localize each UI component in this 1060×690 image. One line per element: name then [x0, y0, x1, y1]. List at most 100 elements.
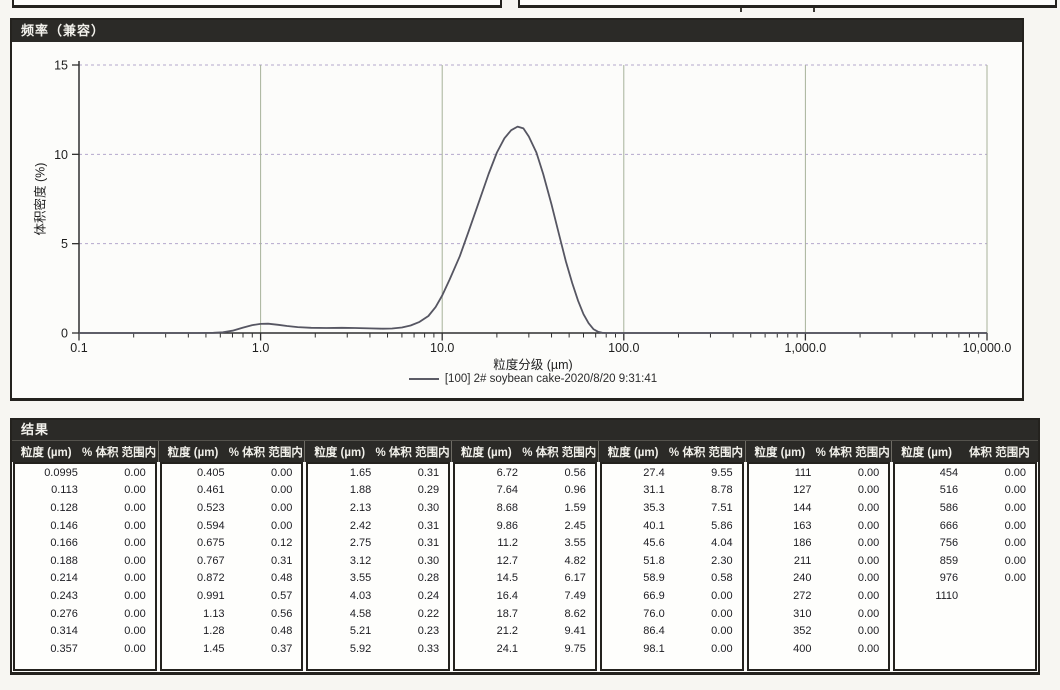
table-row: 9760.00 [895, 570, 1035, 588]
table-row: 1860.00 [749, 534, 889, 552]
cropped-axis-tick [740, 8, 742, 12]
pct-cell: 0.00 [825, 502, 888, 514]
table-row: 31.18.78 [602, 482, 742, 500]
size-cell: 0.594 [162, 520, 239, 532]
table-row: 11.23.55 [455, 534, 595, 552]
table-row: 0.1130.00 [15, 482, 155, 500]
results-column-header: 粒度 (µm)% 体积 范围内 [12, 441, 158, 462]
size-cell: 51.8 [602, 555, 679, 567]
table-row: 1630.00 [749, 517, 889, 535]
size-cell: 186 [749, 537, 826, 549]
size-cell: 98.1 [602, 643, 679, 655]
pct-header-label: 体积 范围内 [961, 444, 1038, 460]
table-row: 0.3140.00 [15, 622, 155, 640]
pct-cell: 0.00 [825, 537, 888, 549]
size-cell: 31.1 [602, 484, 679, 496]
pct-header-label: % 体积 范围内 [80, 444, 157, 460]
size-cell: 5.92 [308, 643, 385, 655]
size-cell: 1.65 [308, 467, 385, 479]
x-tick-label: 1.0 [252, 341, 269, 354]
table-row: 4000.00 [749, 640, 889, 658]
size-cell: 0.166 [15, 537, 92, 549]
size-cell: 27.4 [602, 467, 679, 479]
table-row: 3.550.28 [308, 570, 448, 588]
pct-cell: 0.00 [825, 572, 888, 584]
pct-cell: 0.00 [679, 643, 742, 655]
pct-cell: 0.00 [825, 608, 888, 620]
size-cell: 4.03 [308, 590, 385, 602]
table-row: 0.4610.00 [162, 482, 302, 500]
results-column-header: 粒度 (µm)% 体积 范围内 [304, 441, 451, 462]
pct-cell: 0.00 [92, 590, 155, 602]
table-row: 0.1280.00 [15, 499, 155, 517]
x-axis-label: 粒度分级 (µm) [79, 354, 987, 373]
table-row: 2110.00 [749, 552, 889, 570]
pct-cell: 0.00 [239, 484, 302, 496]
table-row: 0.2760.00 [15, 605, 155, 623]
results-group: 4540.005160.005860.006660.007560.008590.… [893, 462, 1037, 671]
pct-cell: 0.33 [385, 643, 448, 655]
size-cell: 0.314 [15, 625, 92, 637]
pct-cell: 0.00 [92, 555, 155, 567]
size-cell: 3.55 [308, 572, 385, 584]
table-row: 6.720.56 [455, 464, 595, 482]
size-cell: 21.2 [455, 625, 532, 637]
table-row: 27.49.55 [602, 464, 742, 482]
table-row: 1110.00 [749, 464, 889, 482]
results-group: 1.650.311.880.292.130.302.420.312.750.31… [306, 462, 450, 671]
size-cell: 2.75 [308, 537, 385, 549]
table-row: 35.37.51 [602, 499, 742, 517]
size-cell: 144 [749, 502, 826, 514]
size-cell: 400 [749, 643, 826, 655]
pct-cell: 9.41 [532, 625, 595, 637]
table-row: 1270.00 [749, 482, 889, 500]
table-row: 98.10.00 [602, 640, 742, 658]
size-cell: 1.45 [162, 643, 239, 655]
table-row: 0.2430.00 [15, 587, 155, 605]
table-row: 0.3570.00 [15, 640, 155, 658]
table-row: 14.56.17 [455, 570, 595, 588]
size-cell: 40.1 [602, 520, 679, 532]
pct-cell: 0.31 [385, 467, 448, 479]
results-column-header: 粒度 (µm)% 体积 范围内 [158, 441, 305, 462]
pct-cell: 0.00 [825, 484, 888, 496]
pct-cell: 0.57 [239, 590, 302, 602]
pct-cell: 0.48 [239, 625, 302, 637]
size-cell: 6.72 [455, 467, 532, 479]
table-row: 0.7670.31 [162, 552, 302, 570]
size-header-label: 粒度 (µm) [12, 444, 80, 460]
size-cell: 45.6 [602, 537, 679, 549]
table-row: 5860.00 [895, 499, 1035, 517]
pct-cell: 0.22 [385, 608, 448, 620]
pct-cell: 2.45 [532, 520, 595, 532]
size-cell: 0.0995 [15, 467, 92, 479]
frequency-chart-panel: 频率（兼容） 0.11.010.0100.01,000.010,000.0051… [10, 18, 1024, 401]
table-row: 4540.00 [895, 464, 1035, 482]
pct-cell: 0.48 [239, 572, 302, 584]
pct-cell: 0.00 [239, 502, 302, 514]
cropped-panel-edge-left [12, 0, 502, 8]
pct-cell: 7.49 [532, 590, 595, 602]
pct-cell: 0.00 [825, 643, 888, 655]
size-cell: 1.28 [162, 625, 239, 637]
pct-cell: 0.00 [972, 520, 1035, 532]
table-row: 0.5940.00 [162, 517, 302, 535]
cropped-panel-edge-right [518, 0, 1057, 8]
size-cell: 0.675 [162, 537, 239, 549]
size-cell: 516 [895, 484, 972, 496]
size-cell: 0.991 [162, 590, 239, 602]
size-cell: 9.86 [455, 520, 532, 532]
pct-cell: 0.00 [239, 467, 302, 479]
table-row: 21.29.41 [455, 622, 595, 640]
pct-header-label: % 体积 范围内 [667, 444, 744, 460]
table-row: 5.210.23 [308, 622, 448, 640]
table-row: 12.74.82 [455, 552, 595, 570]
size-cell: 0.357 [15, 643, 92, 655]
table-row: 1.650.31 [308, 464, 448, 482]
pct-cell: 0.37 [239, 643, 302, 655]
table-row: 0.5230.00 [162, 499, 302, 517]
pct-cell: 0.31 [239, 555, 302, 567]
table-row: 2720.00 [749, 587, 889, 605]
size-cell: 0.188 [15, 555, 92, 567]
size-cell: 86.4 [602, 625, 679, 637]
